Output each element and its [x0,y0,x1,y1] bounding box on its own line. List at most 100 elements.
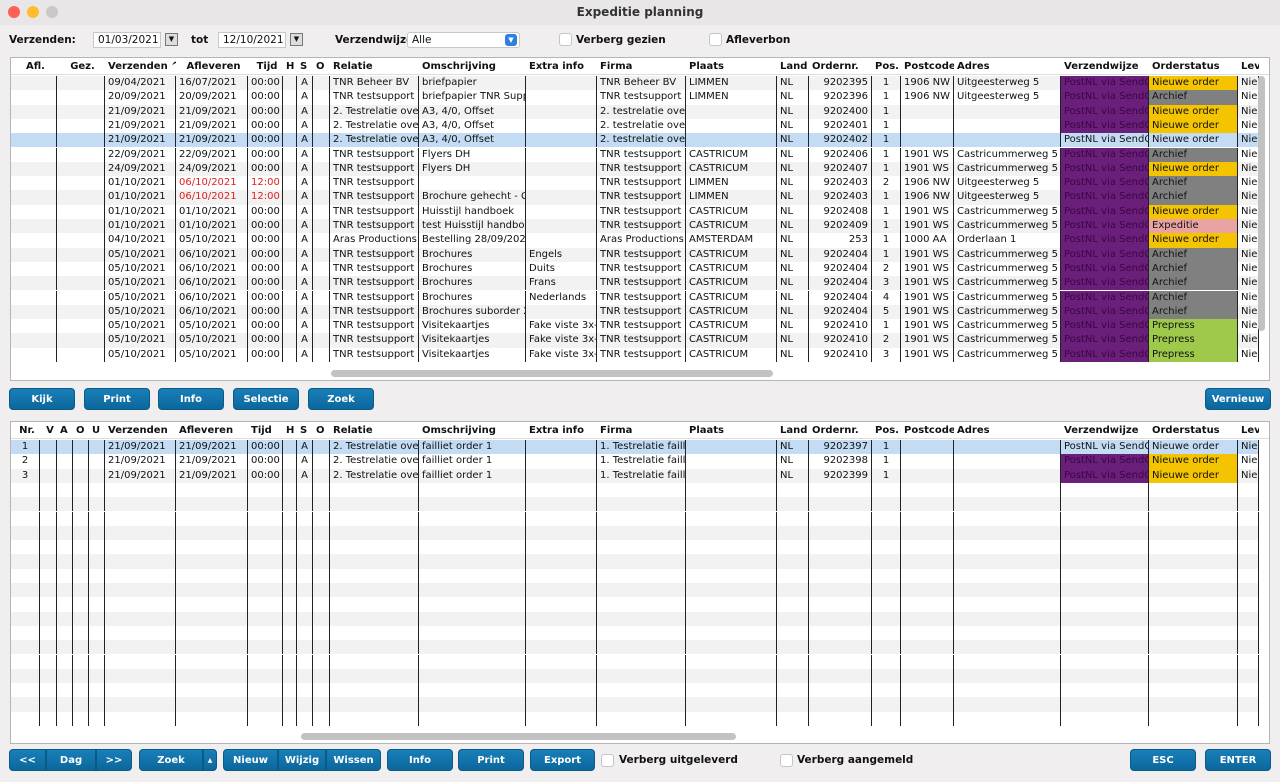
orders-vertical-scrollbar[interactable] [1258,76,1265,331]
zoom-window-button[interactable] [46,6,58,18]
table-row[interactable]: 20/09/2021 20/09/2021 00:00 A TNR testsuppor… [11,90,1259,105]
date-from-dropdown-icon[interactable]: ▼ [165,33,178,46]
column-header[interactable]: S [297,58,313,75]
column-header[interactable]: H [283,58,297,75]
column-header[interactable]: Orderstatus [1149,422,1238,439]
nieuw-button[interactable]: Nieuw [223,749,278,771]
dag-button[interactable]: Dag [46,749,96,771]
column-header[interactable]: Lev [1238,422,1259,439]
column-header[interactable]: Verzenden ^ [105,58,176,75]
zoek-dropdown-icon[interactable]: ▲ [203,749,217,771]
table-row[interactable]: 05/10/2021 06/10/2021 00:00 A TNR testsuppor… [11,276,1259,291]
column-header[interactable]: Ordernr. [809,422,872,439]
column-header[interactable]: Plaats [686,422,777,439]
column-header[interactable]: O [73,422,89,439]
column-header[interactable]: Relatie [330,58,419,75]
esc-button[interactable]: ESC [1130,749,1196,771]
column-header[interactable]: Ordernr. [809,58,872,75]
table-row[interactable]: 01/10/2021 06/10/2021 12:00 A TNR testsuppor… [11,176,1259,191]
column-header[interactable]: Firma [597,422,686,439]
info-button[interactable]: Info [158,388,224,410]
table-row[interactable]: 05/10/2021 05/10/2021 00:00 A TNR testsuppor… [11,319,1259,334]
print-button[interactable]: Print [84,388,150,410]
column-header[interactable]: Extra info [526,422,597,439]
table-row[interactable]: 21/09/2021 21/09/2021 00:00 A 2. Testrelatie… [11,133,1259,148]
zoek-button[interactable]: Zoek [139,749,203,771]
date-from-field[interactable]: 01/03/2021 [93,32,161,48]
column-header[interactable]: Gez. [57,58,105,75]
column-header[interactable]: Verzendwijze [1061,422,1149,439]
table-row[interactable]: 05/10/2021 06/10/2021 00:00 A TNR testsuppor… [11,304,1259,320]
column-header[interactable]: H [283,422,297,439]
column-header[interactable]: Plaats [686,58,777,75]
column-header[interactable]: Omschrijving [419,422,526,439]
column-header[interactable]: O [313,58,330,75]
column-header[interactable]: Verzendwijze [1061,58,1149,75]
zoek-button[interactable]: Zoek [308,388,374,410]
table-row[interactable]: 05/10/2021 06/10/2021 00:00 A TNR testsuppor… [11,261,1259,277]
table-row[interactable]: 3 21/09/2021 21/09/2021 00:00 A 2. Testrelati… [11,468,1259,483]
afleverbon-checkbox[interactable] [709,33,722,46]
verberg-gezien-checkbox[interactable] [559,33,572,46]
table-row[interactable]: 05/10/2021 06/10/2021 00:00 A TNR testsuppor… [11,247,1259,262]
column-header[interactable]: Land [777,422,809,439]
column-header[interactable]: Afleveren [176,422,248,439]
print-button[interactable]: Print [458,749,524,771]
verzendwijze-select[interactable]: Alle ▼ [407,32,520,48]
column-header[interactable]: V [40,422,57,439]
column-header[interactable]: A [57,422,73,439]
wijzig-button[interactable]: Wijzig [278,749,326,771]
verberg-aangemeld-checkbox[interactable] [780,754,793,767]
orders-horizontal-scrollbar[interactable] [331,370,773,377]
column-header[interactable]: Omschrijving [419,58,526,75]
date-to-dropdown-icon[interactable]: ▼ [290,33,303,46]
column-header[interactable]: Tijd [248,58,283,75]
table-row[interactable]: 05/10/2021 05/10/2021 00:00 A TNR testsuppor… [11,347,1259,362]
column-header[interactable]: Adres [954,58,1061,75]
next-day-button[interactable]: >> [96,749,132,771]
column-header[interactable]: Afleveren [176,58,248,75]
table-row[interactable]: 2 21/09/2021 21/09/2021 00:00 A 2. Testrelati… [11,454,1259,469]
close-window-button[interactable] [8,6,20,18]
info-button[interactable]: Info [387,749,453,771]
column-header[interactable]: Nr. [11,422,40,439]
column-header[interactable]: S [297,422,313,439]
table-row[interactable]: 24/09/2021 24/09/2021 00:00 A TNR testsuppor… [11,161,1259,177]
table-row[interactable]: 1 21/09/2021 21/09/2021 00:00 A 2. Testrelati… [11,440,1259,455]
column-header[interactable]: Postcode [901,58,954,75]
vernieuw-button[interactable]: Vernieuw [1205,388,1271,410]
column-header[interactable]: Lev [1238,58,1259,75]
table-row[interactable]: 05/10/2021 05/10/2021 00:00 A TNR testsuppor… [11,333,1259,348]
column-header[interactable]: Orderstatus [1149,58,1238,75]
export-button[interactable]: Export [530,749,595,771]
column-header[interactable]: Land [777,58,809,75]
wissen-button[interactable]: Wissen [326,749,381,771]
table-row[interactable]: 22/09/2021 22/09/2021 00:00 A TNR testsuppor… [11,147,1259,162]
previous-day-button[interactable]: << [9,749,46,771]
column-header[interactable]: Adres [954,422,1061,439]
column-header[interactable]: Extra info [526,58,597,75]
table-row[interactable]: 01/10/2021 01/10/2021 00:00 A TNR testsuppor… [11,219,1259,234]
selectie-button[interactable]: Selectie [233,388,299,410]
date-to-field[interactable]: 12/10/2021 [218,32,286,48]
table-row[interactable]: 01/10/2021 01/10/2021 00:00 A TNR testsuppor… [11,204,1259,219]
table-row[interactable]: 09/04/2021 16/07/2021 00:00 A TNR Beheer BV b… [11,76,1259,91]
enter-button[interactable]: ENTER [1205,749,1271,771]
column-header[interactable]: Afl. [11,58,57,75]
column-header[interactable]: Postcode [901,422,954,439]
column-header[interactable]: Tijd [248,422,283,439]
column-header[interactable]: U [89,422,105,439]
table-row[interactable]: 01/10/2021 06/10/2021 12:00 A TNR testsuppor… [11,190,1259,205]
table-row[interactable]: 21/09/2021 21/09/2021 00:00 A 2. Testrelatie… [11,118,1259,134]
column-header[interactable]: Verzenden [105,422,176,439]
column-header[interactable]: Pos. [872,58,901,75]
table-row[interactable]: 05/10/2021 06/10/2021 00:00 A TNR testsuppor… [11,290,1259,305]
verberg-uitgeleverd-checkbox[interactable] [601,754,614,767]
column-header[interactable]: Pos. [872,422,901,439]
column-header[interactable]: Relatie [330,422,419,439]
table-row[interactable]: 04/10/2021 05/10/2021 00:00 A Aras Productio… [11,233,1259,248]
minimize-window-button[interactable] [27,6,39,18]
order-lines-horizontal-scrollbar[interactable] [301,733,736,740]
kijk-button[interactable]: Kijk [9,388,75,410]
column-header[interactable]: Firma [597,58,686,75]
